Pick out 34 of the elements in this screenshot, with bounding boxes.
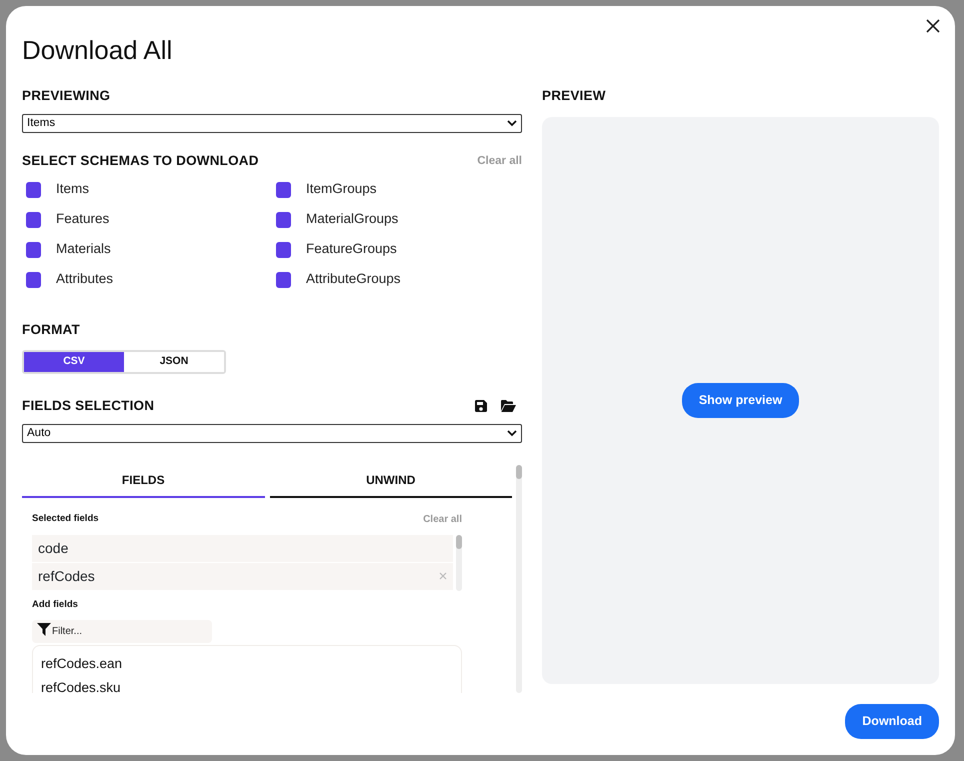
schema-checkbox[interactable]: MaterialGroups (276, 210, 526, 230)
schema-checkbox[interactable]: AttributeGroups (276, 270, 526, 290)
subheading: Add fields (32, 598, 79, 612)
field-option[interactable]: refCodes.sku (41, 676, 453, 693)
folder-icon[interactable] (501, 400, 516, 412)
previewing-select[interactable]: Items (22, 114, 522, 134)
save-icon[interactable] (475, 400, 487, 412)
tab[interactable]: FIELDS (22, 464, 264, 498)
download-button[interactable]: Download (845, 704, 939, 739)
schema-checkbox[interactable]: Attributes (26, 270, 276, 290)
scrollbar[interactable] (516, 464, 522, 693)
schema-checkbox[interactable]: Features (26, 210, 276, 230)
section-heading: SELECT SCHEMAS TO DOWNLOAD (22, 152, 259, 170)
section-heading: PREVIEW (542, 87, 607, 105)
schema-checkbox[interactable]: ItemGroups (276, 180, 526, 200)
field-option[interactable]: refCodes.ean (41, 652, 453, 676)
format-option[interactable]: CSV (24, 352, 124, 372)
caret-icon (507, 120, 517, 128)
tab[interactable]: UNWIND (270, 464, 512, 498)
scrollbar[interactable] (456, 534, 462, 591)
section-heading: FIELDS SELECTION (22, 396, 154, 415)
fields-selection-select[interactable]: Auto (22, 424, 522, 443)
subheading: Selected fields (32, 512, 99, 526)
schema-checkbox[interactable]: Items (26, 180, 276, 200)
selected-field[interactable]: code (32, 534, 453, 562)
section-heading: PREVIEWING (22, 87, 112, 105)
schema-checkbox[interactable]: Materials (26, 240, 276, 260)
section-heading: FORMAT (22, 320, 81, 338)
caret-icon (507, 430, 517, 437)
dialog-title: Download All (22, 34, 174, 66)
filter-field[interactable]: Filter... (32, 620, 212, 644)
schema-checkbox[interactable]: FeatureGroups (276, 240, 526, 260)
selected-field[interactable]: refCodes (32, 562, 453, 590)
show-preview-button[interactable]: Show preview (682, 383, 800, 418)
